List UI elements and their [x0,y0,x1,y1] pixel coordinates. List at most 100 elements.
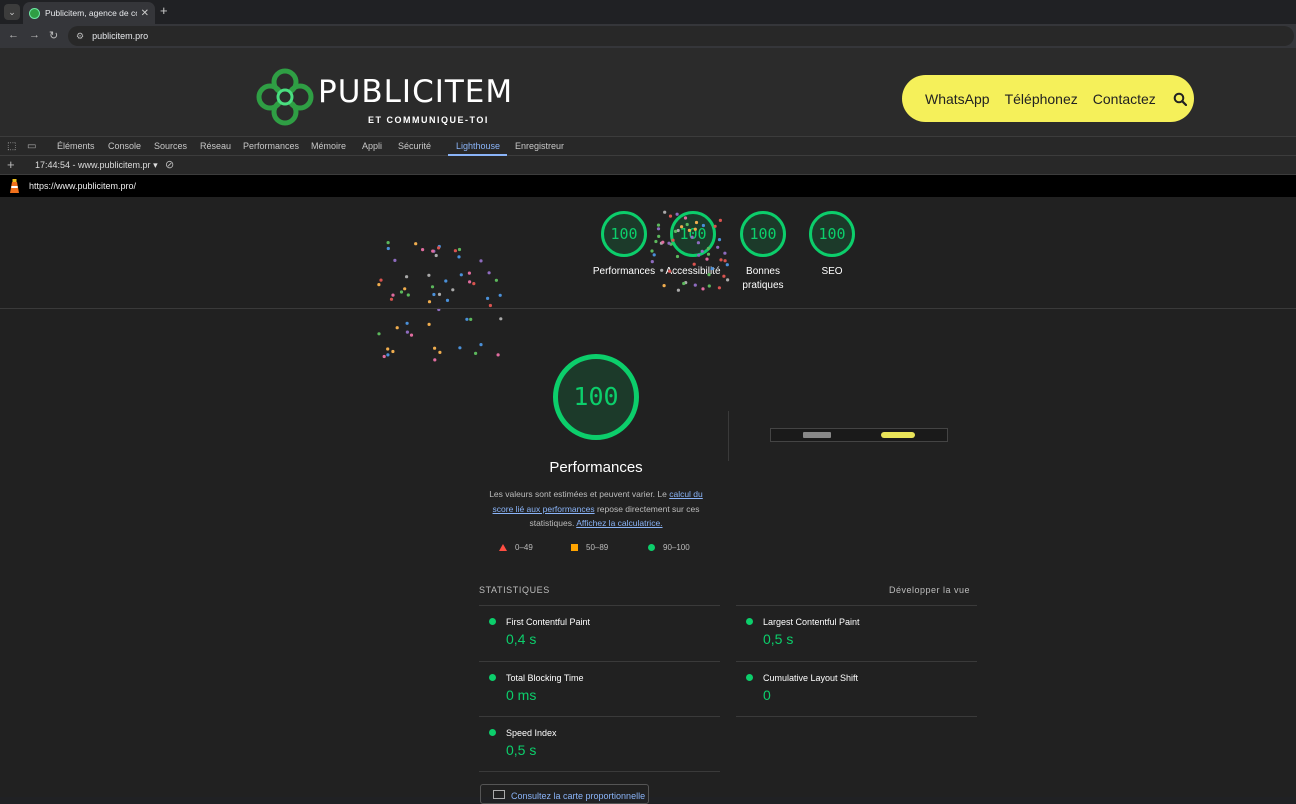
legend-label: 50–89 [586,543,609,552]
forward-icon[interactable]: → [29,29,40,41]
omnibox-url: publicitem.pro [92,31,149,41]
treemap-label: Consultez la carte proportionnelle [511,791,646,801]
metric-name: Total Blocking Time [506,673,584,683]
tab-console[interactable]: Console [108,141,141,151]
metric-lcp: Largest Contentful Paint 0,5 s [736,605,977,661]
confetti-dot [467,271,471,275]
legend-label: 90–100 [663,543,690,552]
tab-lighthouse[interactable]: Lighthouse [456,141,500,151]
confetti-dot [662,284,666,288]
confetti-dot [676,288,681,292]
metric-name: Cumulative Layout Shift [763,673,859,683]
confetti-dot [409,333,414,337]
confetti-dot [386,241,390,245]
gauge-label: Bonnes pratiques [742,266,784,291]
confetti-dot [377,332,381,336]
confetti-dot [393,258,397,262]
confetti-dot [430,285,435,289]
desc-text: Les valeurs sont estimées et peuvent var… [489,489,670,499]
gauge-value: 100 [809,211,855,257]
telephonez-link[interactable]: Téléphonez [1005,91,1078,107]
tab-memory[interactable]: Mémoire [311,141,346,151]
confetti-dot [682,281,686,286]
browser-tab-bar: ⌄ Publicitem, agence de communication ✕ … [0,0,1296,24]
calculator-link[interactable]: Affichez la calculatrice. [576,518,662,528]
page-screenshot-thumbnail[interactable] [770,428,948,442]
new-tab-button[interactable]: + [160,3,168,18]
stats-heading: STATISTIQUES [479,585,550,595]
tab-security[interactable]: Sécurité [398,141,431,151]
tab-recorder[interactable]: Enregistreur [515,141,564,151]
confetti-dot [427,322,431,326]
confetti-dot [438,350,442,354]
gauge-value: 100 [601,211,647,257]
publicitem-logo[interactable]: PUBLICITEM ET COMMUNIQUE-TOI [256,68,512,128]
confetti-dot [488,303,492,308]
confetti-dot [432,249,436,253]
score-gauge-seo[interactable]: 100 SEO [787,211,877,279]
performance-description: Les valeurs sont estimées et peuvent var… [484,487,708,531]
report-selector-label: 17:44:54 - www.publicitem.pr [35,160,151,170]
contactez-link[interactable]: Contactez [1093,91,1156,107]
confetti-dot [499,317,503,321]
report-selector[interactable]: 17:44:54 - www.publicitem.pr ▾ [35,160,158,171]
confetti-dot [433,358,437,362]
metric-speed-index: Speed Index 0,5 s [479,716,720,772]
report-url: https://www.publicitem.pro/ [29,181,137,191]
view-treemap-button[interactable]: Consultez la carte proportionnelle [480,784,649,804]
close-tab-icon[interactable]: ✕ [141,8,149,19]
confetti-dot [399,290,404,294]
devtools-tab-strip: ⬚ ▭ Éléments Console Sources Réseau Perf… [0,136,1296,156]
browser-tab[interactable]: Publicitem, agence de communication ✕ [23,2,155,24]
address-bar: ← → ↻ ⚙ publicitem.pro [0,24,1296,48]
metric-name: Largest Contentful Paint [763,617,860,627]
metric-fcp: First Contentful Paint 0,4 s [479,605,720,661]
new-report-button[interactable]: + [7,157,15,172]
confetti-dot [389,297,394,301]
metric-name: First Contentful Paint [506,617,591,627]
device-toolbar-icon[interactable]: ▭ [27,141,36,152]
legend-fail: 0–49 [499,543,533,552]
reload-icon[interactable]: ↻ [49,29,58,42]
tab-elements[interactable]: Éléments [57,141,95,151]
metrics-divider [479,771,720,772]
clear-reports-icon[interactable]: ⊘ [165,158,174,171]
tab-network[interactable]: Réseau [200,141,231,151]
treemap-icon [493,790,505,799]
tab-sources[interactable]: Sources [154,141,187,151]
pass-dot-icon [489,729,496,736]
confetti-dot [451,288,455,292]
expand-view-toggle[interactable]: Développer la vue [889,585,970,595]
tab-application[interactable]: Appli [362,141,382,151]
search-icon[interactable] [1173,92,1187,106]
confetti-dot [405,330,409,334]
confetti-dot [437,244,441,249]
performance-main-gauge: 100 [553,354,639,440]
confetti-dot [465,317,469,321]
tab-search-button[interactable]: ⌄ [4,4,20,20]
lighthouse-icon [10,179,19,193]
flower-logo-icon [256,68,314,126]
metric-value: 0 [763,687,771,703]
confetti-dot [457,255,461,259]
confetti-dot [432,292,436,297]
confetti-dot [453,249,457,253]
metric-value: 0 ms [506,687,537,703]
inspect-element-icon[interactable]: ⬚ [7,141,16,152]
confetti-dot [386,347,390,351]
confetti-dot [701,287,705,291]
confetti-dot [684,281,688,285]
pass-dot-icon [489,618,496,625]
omnibox[interactable]: ⚙ publicitem.pro [68,26,1294,46]
confetti-dot [431,249,435,253]
confetti-dot [487,271,491,275]
report-url-bar: https://www.publicitem.pro/ [0,175,1296,197]
site-info-icon[interactable]: ⚙ [76,31,84,42]
whatsapp-link[interactable]: WhatsApp [925,91,990,107]
confetti-dot [421,248,425,252]
performance-title: Performances [549,459,643,476]
metric-value: 0,5 s [763,631,794,647]
back-icon[interactable]: ← [8,29,19,41]
favicon-icon [29,7,40,19]
tab-performance[interactable]: Performances [243,141,299,151]
